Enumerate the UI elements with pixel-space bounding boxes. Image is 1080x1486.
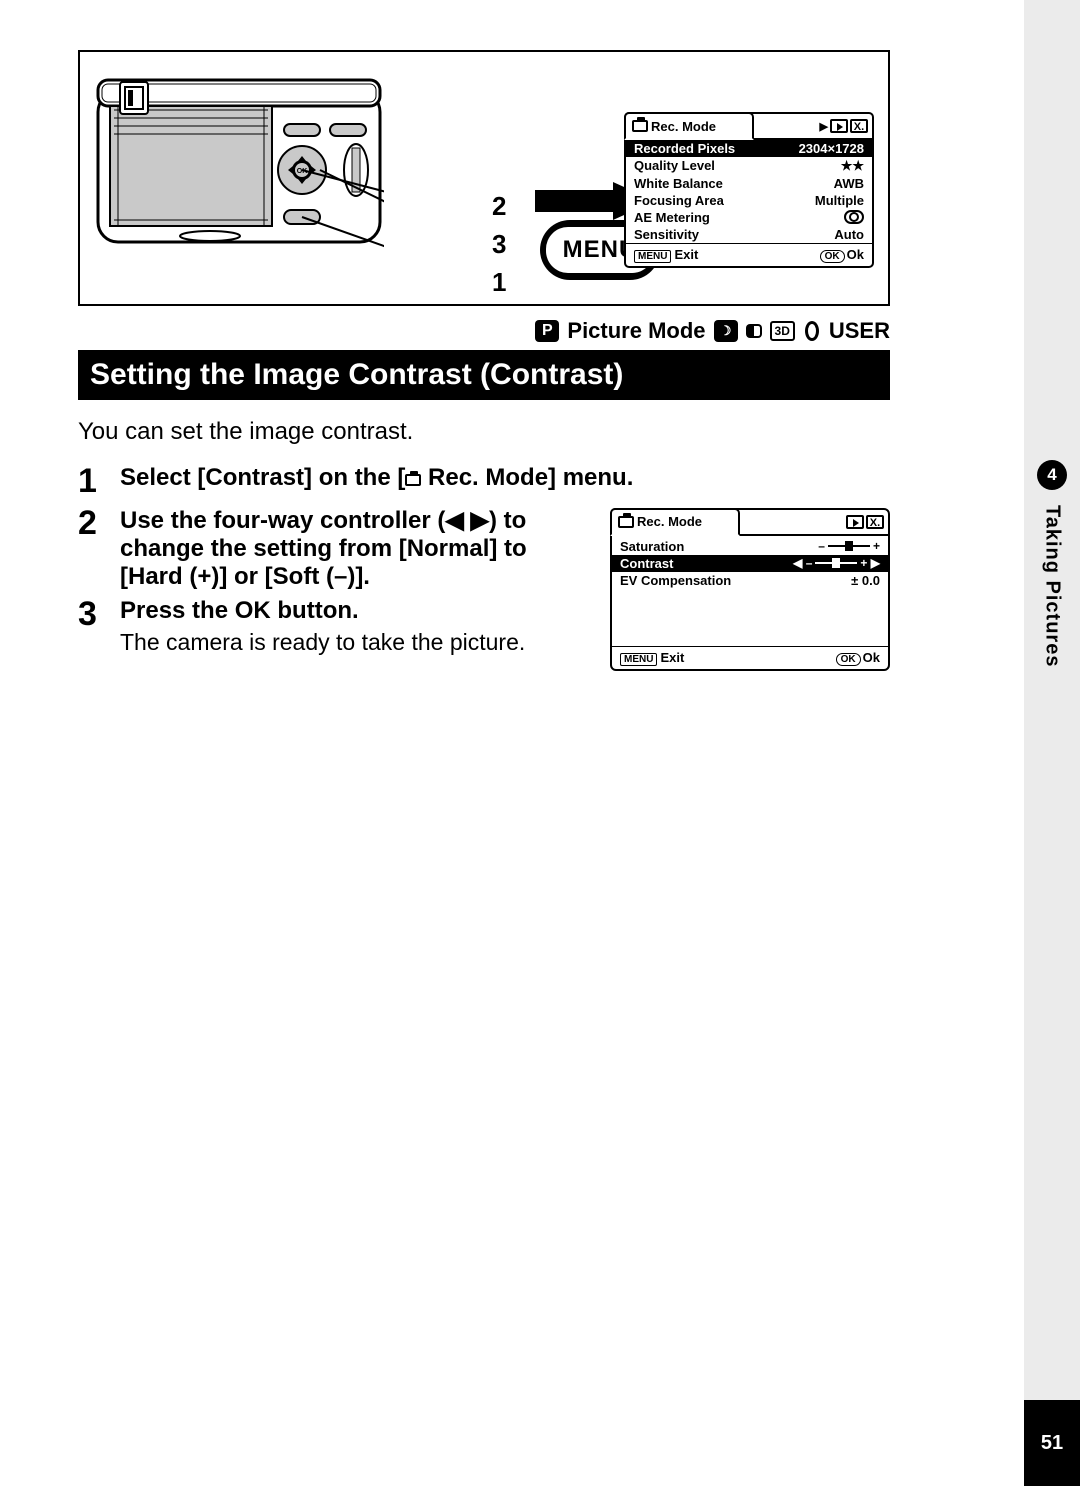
callout-1: 1 [492, 263, 506, 301]
lcd-screenshot-2: Rec. Mode X. Saturation – + [610, 508, 890, 671]
user-mode-label: USER [829, 318, 890, 344]
camera-drawing: OK [94, 70, 384, 265]
step-number: 3 [78, 597, 102, 656]
metering-icon [844, 210, 864, 224]
lcd-screenshot-1: Rec. Mode ▶ X. Recorded Pixels 2304×1728… [624, 112, 874, 268]
step-2: 2 Use the four-way controller (◀ ▶) to c… [78, 506, 595, 591]
settings-tab-icon: X. [866, 515, 884, 529]
mode-bar: P Picture Mode ☽ 3D USER [78, 318, 890, 350]
lcd2-tab-label: Rec. Mode [637, 514, 702, 529]
illustration-box: OK 2 3 1 MENU [78, 50, 890, 306]
side-tab: 4 Taking Pictures [1024, 0, 1080, 1400]
slider-icon: ◀ – + ▶ [793, 556, 880, 571]
lcd1-active-tab: Rec. Mode [624, 112, 754, 140]
slider-icon: – + [818, 539, 880, 554]
chapter-title-vertical: Taking Pictures [1041, 505, 1064, 667]
section-heading: Setting the Image Contrast (Contrast) [78, 350, 890, 400]
lcd1-row: Recorded Pixels 2304×1728 [626, 140, 872, 157]
step-3-note: The camera is ready to take the picture. [120, 629, 595, 656]
lcd1-row: White Balance AWB [626, 175, 872, 192]
playback-tab-icon [830, 119, 848, 133]
callout-numbers: 2 3 1 [492, 187, 506, 301]
lcd1-tab-label: Rec. Mode [651, 119, 716, 134]
camera-icon [632, 120, 648, 132]
intro-text: You can set the image contrast. [78, 418, 960, 446]
settings-tab-icon: X. [850, 119, 868, 133]
lcd2-row-selected: Contrast ◀ – + ▶ [612, 555, 888, 572]
p-mode-icon: P [535, 320, 559, 342]
step-number: 1 [78, 464, 102, 500]
panorama-icon-left [746, 324, 754, 338]
step-3-title: Press the OK button. [120, 597, 595, 625]
chapter-number-circle: 4 [1037, 460, 1067, 490]
lcd1-row: Sensitivity Auto [626, 226, 872, 243]
lcd2-active-tab: Rec. Mode [610, 508, 740, 536]
lcd2-row: EV Compensation ± 0.0 [612, 572, 888, 589]
step-number: 2 [78, 506, 102, 591]
callout-2: 2 [492, 187, 506, 225]
lcd1-row: AE Metering [626, 209, 872, 226]
lcd1-row: Focusing Area Multiple [626, 192, 872, 209]
callout-3: 3 [492, 225, 506, 263]
mode-label: Picture Mode [567, 318, 705, 344]
step-1: 1 Select [Contrast] on the [ Rec. Mode] … [78, 464, 890, 500]
camera-icon [405, 474, 421, 486]
panorama-icon-right [754, 324, 762, 338]
lcd1-row: Quality Level ★★ [626, 157, 872, 175]
lcd2-row: Saturation – + [612, 538, 888, 555]
lcd2-footer: MENUExit OKOk [612, 646, 888, 669]
step-3: 3 Press the OK button. The camera is rea… [78, 597, 595, 656]
lcd1-footer: MENUExit OKOk [626, 243, 872, 266]
page-number: 51 [1024, 1400, 1080, 1486]
camera-icon [618, 516, 634, 528]
night-mode-icon: ☽ [714, 320, 738, 342]
filter-icon [803, 320, 821, 342]
step-1-title: Select [Contrast] on the [ Rec. Mode] me… [120, 464, 633, 491]
step-2-title: Use the four-way controller (◀ ▶) to cha… [120, 506, 595, 591]
playback-tab-icon [846, 515, 864, 529]
3d-mode-icon: 3D [770, 321, 795, 341]
